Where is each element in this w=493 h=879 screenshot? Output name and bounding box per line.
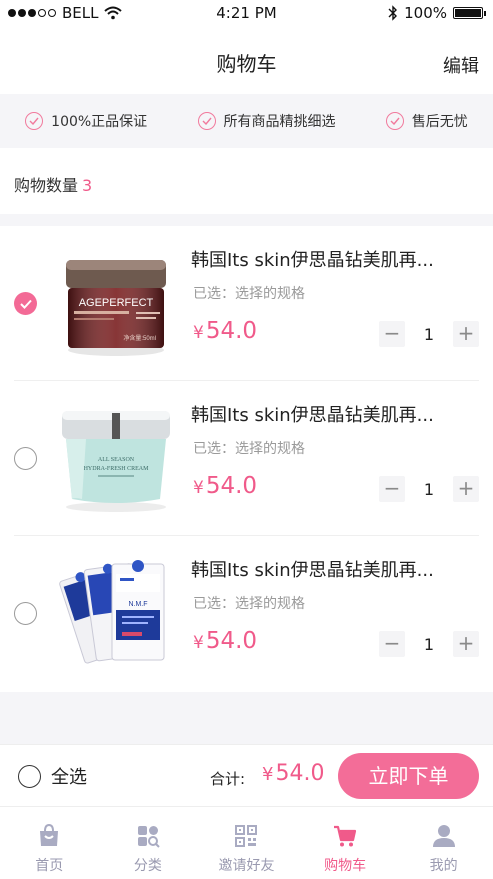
- guarantee-label: 100%正品保证: [51, 114, 148, 130]
- product-price: ¥54.0: [193, 628, 257, 654]
- total-amount: 54.0: [275, 761, 325, 786]
- item-select-checkbox[interactable]: [14, 447, 37, 470]
- product-name[interactable]: 韩国Its skin伊思晶钻美肌再...: [191, 556, 481, 582]
- guarantee-label: 售后无忧: [411, 114, 468, 130]
- image-line2-text: HYDRA-FRESH CREAM: [84, 466, 150, 472]
- product-image-hydra-cream[interactable]: ALL SEASON HYDRA-FRESH CREAM: [56, 399, 176, 519]
- shopping-cart-icon: [334, 825, 357, 847]
- item-select-checkbox[interactable]: [14, 602, 37, 625]
- tab-invite[interactable]: 邀请好友: [197, 807, 296, 879]
- guarantee-label: 所有商品精挑细选: [223, 114, 336, 130]
- guarantee-selected: 所有商品精挑细选: [197, 111, 336, 131]
- price-value: 54.0: [205, 473, 258, 499]
- tab-label: 购物车: [324, 858, 367, 874]
- quantity-value[interactable]: 1: [414, 480, 444, 499]
- category-grid-icon: [137, 826, 160, 848]
- tab-bar: 首页 分类 邀请好友 购物车 我的: [0, 806, 493, 879]
- quantity-stepper: − 1 +: [379, 321, 479, 347]
- cart-item: AGEPERFECT 净含量:50ml 韩国Its skin伊思晶钻美肌再...…: [0, 226, 493, 381]
- product-image-mask-packs[interactable]: N.M.F: [56, 552, 176, 672]
- bluetooth-icon: [388, 5, 398, 21]
- product-spec[interactable]: 已选：选择的规格: [193, 438, 305, 458]
- tab-category[interactable]: 分类: [99, 807, 198, 879]
- quantity-value[interactable]: 1: [414, 325, 444, 344]
- checkmark-icon: [19, 299, 32, 309]
- home-bag-icon: [40, 823, 59, 846]
- edit-button[interactable]: 编辑: [443, 52, 479, 78]
- empty-area: [0, 692, 493, 744]
- decrease-button[interactable]: −: [379, 321, 405, 347]
- total-value: ¥54.0: [262, 761, 324, 786]
- page-title: 购物车: [216, 52, 277, 76]
- cart-count-label: 购物数量: [14, 176, 79, 195]
- product-image-ageperfect[interactable]: AGEPERFECT 净含量:50ml: [56, 246, 176, 366]
- price-value: 54.0: [205, 628, 258, 654]
- nav-bar: 购物车 编辑: [0, 28, 493, 94]
- battery-percent: 100%: [404, 4, 447, 22]
- checkout-bar: 全选 合计: ¥54.0 立即下单: [0, 744, 493, 806]
- select-all-label: 全选: [51, 767, 87, 788]
- product-name[interactable]: 韩国Its skin伊思晶钻美肌再...: [191, 401, 481, 427]
- product-spec[interactable]: 已选：选择的规格: [193, 593, 305, 613]
- decrease-button[interactable]: −: [379, 476, 405, 502]
- select-all-toggle[interactable]: 全选: [18, 763, 87, 789]
- cart-count-row: 购物数量 3: [0, 148, 493, 214]
- decrease-button[interactable]: −: [379, 631, 405, 657]
- cart-item: ALL SEASON HYDRA-FRESH CREAM 韩国Its skin伊…: [0, 381, 493, 536]
- section-gap: [0, 214, 493, 226]
- qr-code-icon: [235, 825, 258, 847]
- user-icon: [432, 825, 455, 847]
- tab-label: 邀请好友: [218, 858, 275, 874]
- total-label: 合计:: [210, 770, 246, 788]
- check-circle-icon: [385, 112, 404, 130]
- guarantee-bar: 100%正品保证 所有商品精挑细选 售后无忧: [0, 94, 493, 148]
- select-all-checkbox[interactable]: [18, 764, 41, 788]
- item-select-checkbox[interactable]: [14, 292, 37, 315]
- tab-profile[interactable]: 我的: [394, 807, 493, 879]
- guarantee-aftersale: 售后无忧: [385, 111, 468, 131]
- quantity-stepper: − 1 +: [379, 631, 479, 657]
- currency-symbol: ¥: [193, 323, 204, 343]
- quantity-stepper: − 1 +: [379, 476, 479, 502]
- tab-label: 我的: [429, 858, 458, 874]
- quantity-value[interactable]: 1: [414, 635, 444, 654]
- tab-label: 分类: [133, 858, 162, 874]
- place-order-button[interactable]: 立即下单: [338, 753, 479, 799]
- check-circle-icon: [197, 112, 216, 130]
- image-volume-text: 净含量:50ml: [123, 334, 156, 342]
- tab-home[interactable]: 首页: [0, 807, 99, 879]
- increase-button[interactable]: +: [453, 631, 479, 657]
- check-circle-icon: [25, 112, 44, 130]
- guarantee-authentic: 100%正品保证: [25, 111, 147, 131]
- product-spec[interactable]: 已选：选择的规格: [193, 283, 305, 303]
- image-line1-text: ALL SEASON: [98, 457, 135, 463]
- product-price: ¥54.0: [193, 318, 257, 344]
- cart-item: N.M.F 韩国Its skin伊思晶钻美肌再... 已选：选择的规格 ¥54.…: [0, 536, 493, 691]
- product-name[interactable]: 韩国Its skin伊思晶钻美肌再...: [191, 246, 481, 272]
- cart-list: AGEPERFECT 净含量:50ml 韩国Its skin伊思晶钻美肌再...…: [0, 226, 493, 692]
- increase-button[interactable]: +: [453, 321, 479, 347]
- increase-button[interactable]: +: [453, 476, 479, 502]
- battery-icon: [453, 7, 486, 19]
- currency-symbol: ¥: [262, 764, 274, 785]
- status-bar: BELL 4:21 PM 100%: [0, 0, 493, 28]
- currency-symbol: ¥: [193, 478, 204, 498]
- tab-label: 首页: [35, 858, 64, 874]
- product-price: ¥54.0: [193, 473, 257, 499]
- price-value: 54.0: [205, 318, 258, 344]
- currency-symbol: ¥: [193, 633, 204, 653]
- cart-count-value: 3: [82, 176, 93, 195]
- tab-cart[interactable]: 购物车: [296, 807, 395, 879]
- image-nmf-text: N.M.F: [128, 601, 147, 608]
- status-right: 100%: [388, 4, 486, 22]
- image-brand-text: AGEPERFECT: [79, 297, 154, 309]
